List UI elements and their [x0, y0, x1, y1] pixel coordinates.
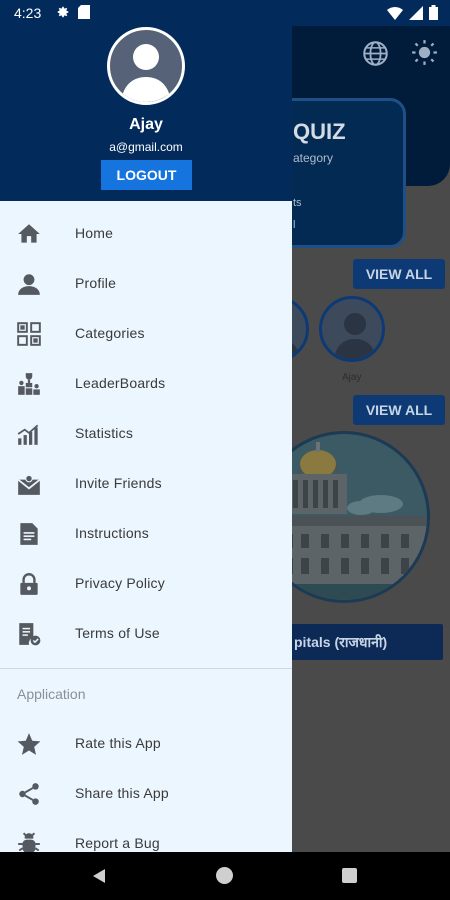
star-icon — [17, 733, 41, 755]
system-nav-bar — [0, 852, 450, 900]
person-icon — [18, 274, 40, 295]
menu-item-instructions[interactable]: Instructions — [0, 509, 292, 559]
brightness-icon[interactable] — [411, 39, 438, 71]
leader-avatar[interactable] — [319, 296, 385, 362]
lock-icon — [20, 573, 38, 595]
menu-item-label: Categories — [75, 325, 145, 341]
quiz-card-title: QUIZ — [293, 119, 346, 144]
home-button-icon[interactable] — [216, 867, 233, 884]
globe-icon[interactable] — [362, 40, 389, 72]
menu-item-report-bug[interactable]: Report a Bug — [0, 819, 292, 852]
menu-item-home[interactable]: Home — [0, 209, 292, 259]
drawer-header: Ajay a@gmail.com LOGOUT — [0, 26, 292, 201]
navigation-drawer: Ajay a@gmail.com LOGOUT Home Profile Cat… — [0, 26, 292, 852]
back-icon[interactable] — [91, 868, 107, 884]
menu-item-privacy-policy[interactable]: Privacy Policy — [0, 559, 292, 609]
menu-item-leaderboards[interactable]: LeaderBoards — [0, 359, 292, 409]
menu-item-label: Privacy Policy — [75, 575, 165, 591]
menu-item-label: Rate this App — [75, 735, 161, 751]
section-title: Application — [17, 686, 86, 702]
logout-button[interactable]: LOGOUT — [101, 160, 192, 190]
battery-icon — [429, 5, 438, 20]
wifi-icon — [387, 6, 403, 20]
signal-icon — [409, 5, 423, 20]
menu-item-label: Instructions — [75, 525, 149, 541]
menu-item-share-app[interactable]: Share this App — [0, 769, 292, 819]
quiz-card-subtitle: ategory — [293, 151, 334, 165]
user-name: Ajay — [129, 116, 163, 133]
menu-item-label: Home — [75, 225, 114, 241]
statistics-icon — [17, 424, 39, 445]
menu-item-terms-of-use[interactable]: Terms of Use — [0, 609, 292, 659]
categories-icon — [17, 322, 41, 346]
leaderboard-icon — [18, 373, 40, 395]
share-icon — [19, 783, 39, 805]
terms-icon — [19, 623, 41, 646]
view-all-button[interactable]: VIEW ALL — [353, 259, 445, 289]
menu-item-rate-app[interactable]: Rate this App — [0, 719, 292, 769]
menu-item-profile[interactable]: Profile — [0, 259, 292, 309]
quiz-card-line: l — [293, 219, 296, 231]
menu-item-label: Profile — [75, 275, 117, 291]
menu-item-label: Terms of Use — [75, 625, 160, 641]
user-email: a@gmail.com — [109, 140, 183, 154]
view-all-button[interactable]: VIEW ALL — [353, 395, 445, 425]
menu-item-statistics[interactable]: Statistics — [0, 409, 292, 459]
avatar[interactable] — [107, 27, 185, 105]
settings-icon — [57, 6, 69, 18]
divider — [0, 668, 292, 669]
menu-item-invite-friends[interactable]: Invite Friends — [0, 459, 292, 509]
menu-item-label: LeaderBoards — [75, 375, 166, 391]
invite-icon — [17, 474, 41, 495]
menu-item-label: Invite Friends — [75, 475, 162, 491]
category-label-bar[interactable]: pitals (राजधानी) — [280, 624, 443, 660]
home-icon — [18, 224, 40, 243]
status-time: 4:23 — [14, 5, 42, 21]
sd-card-icon — [78, 5, 90, 19]
menu-item-label: Report a Bug — [75, 835, 160, 851]
menu-item-categories[interactable]: Categories — [0, 309, 292, 359]
document-icon — [20, 523, 38, 545]
leader-name: Ajay — [342, 372, 362, 383]
status-bar: 4:23 — [0, 0, 450, 26]
quiz-card-line: ts — [293, 197, 302, 209]
menu-item-label: Share this App — [75, 785, 169, 801]
bug-icon — [18, 832, 40, 852]
recent-apps-icon[interactable] — [342, 868, 357, 883]
menu-item-label: Statistics — [75, 425, 134, 441]
